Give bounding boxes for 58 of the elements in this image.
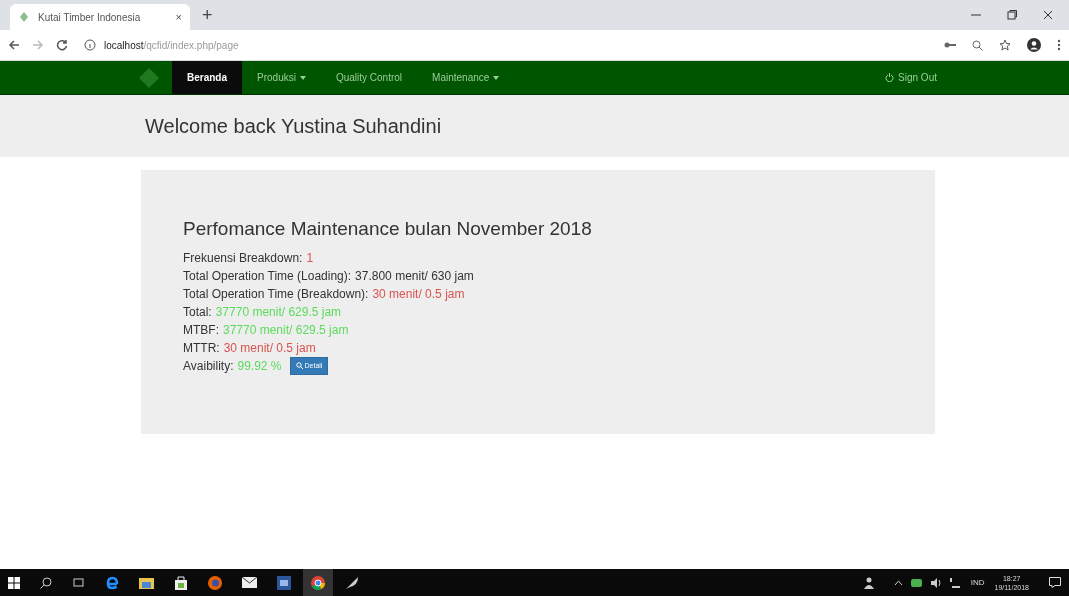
metric-label: Avaibility: [183,357,234,375]
task-view-icon[interactable] [72,577,85,588]
network-icon[interactable] [949,577,961,588]
menu-icon[interactable] [1057,39,1061,51]
metric-value: 37770 menit/ 629.5 jam [223,321,349,339]
nav-link[interactable]: Beranda [172,61,242,94]
browser-e-icon[interactable] [105,575,119,590]
search-icon [295,362,303,369]
metric-label: Frekuensi Breakdown: [183,249,303,267]
new-tab-button[interactable]: + [190,1,225,29]
speaker-icon[interactable] [930,577,942,588]
nav-link[interactable]: Maintenance [417,61,515,94]
zoom-icon[interactable] [972,39,983,51]
folder-icon[interactable] [139,576,154,589]
caret-up-icon[interactable] [893,579,903,586]
restore-icon[interactable] [1007,10,1017,20]
metric-value: 1 [306,249,314,267]
notification-icon[interactable] [1049,577,1061,588]
reload-icon[interactable] [56,39,68,51]
metric-value: 30 menit/ 0.5 jam [372,285,465,303]
card-title: Perfomance Maintenance bulan November 2018 [183,217,593,241]
battery-icon[interactable] [910,578,923,587]
sign-out-link[interactable]: Sign Out [885,61,937,94]
feather-icon[interactable] [345,575,359,590]
mail-icon[interactable] [242,577,257,588]
metric-label: Total: [183,303,212,321]
windows-icon[interactable] [8,576,20,589]
metric-value: 99.92 % [237,357,282,375]
welcome-heading: Welcome back Yustina Suhandini [145,114,442,139]
close-icon[interactable] [1043,10,1053,20]
close-tab-button[interactable]: × [175,8,182,26]
language-indicator[interactable]: IND [970,576,985,589]
key-icon[interactable] [944,41,956,49]
back-icon[interactable] [8,39,20,51]
chrome-icon[interactable] [311,575,325,590]
metric-label: Total Operation Time (Breakdown): [183,285,369,303]
star-icon[interactable] [999,39,1011,51]
search-icon[interactable] [40,576,52,589]
word-icon[interactable] [277,575,291,590]
metric-value: 37770 menit/ 629.5 jam [215,303,342,321]
nav-link[interactable]: Produksi [242,61,321,94]
browser-tab[interactable]: Kutai Timber Indonesia × [10,4,190,30]
metric-label: MTTR: [183,339,220,357]
info-icon [84,39,96,51]
firefox-icon[interactable] [208,575,222,590]
address-bar[interactable]: localhost/qcfid/index.php/page [84,33,932,57]
power-icon [885,73,895,82]
person-icon[interactable] [863,576,874,589]
shopping-bag-icon[interactable] [174,575,188,590]
metric-label: MTBF: [183,321,219,339]
metric-label: Total Operation Time (Loading): [183,267,352,285]
profile-icon[interactable] [1027,38,1041,52]
url-text: localhost/qcfid/index.php/page [104,38,239,53]
tab-title: Kutai Timber Indonesia [38,10,142,25]
metric-value: 37.800 menit/ 630 jam [355,267,474,285]
nav-link[interactable]: Quality Control [320,61,418,94]
metric-value: 30 menit/ 0.5 jam [223,339,316,357]
leaf-icon [18,11,30,23]
